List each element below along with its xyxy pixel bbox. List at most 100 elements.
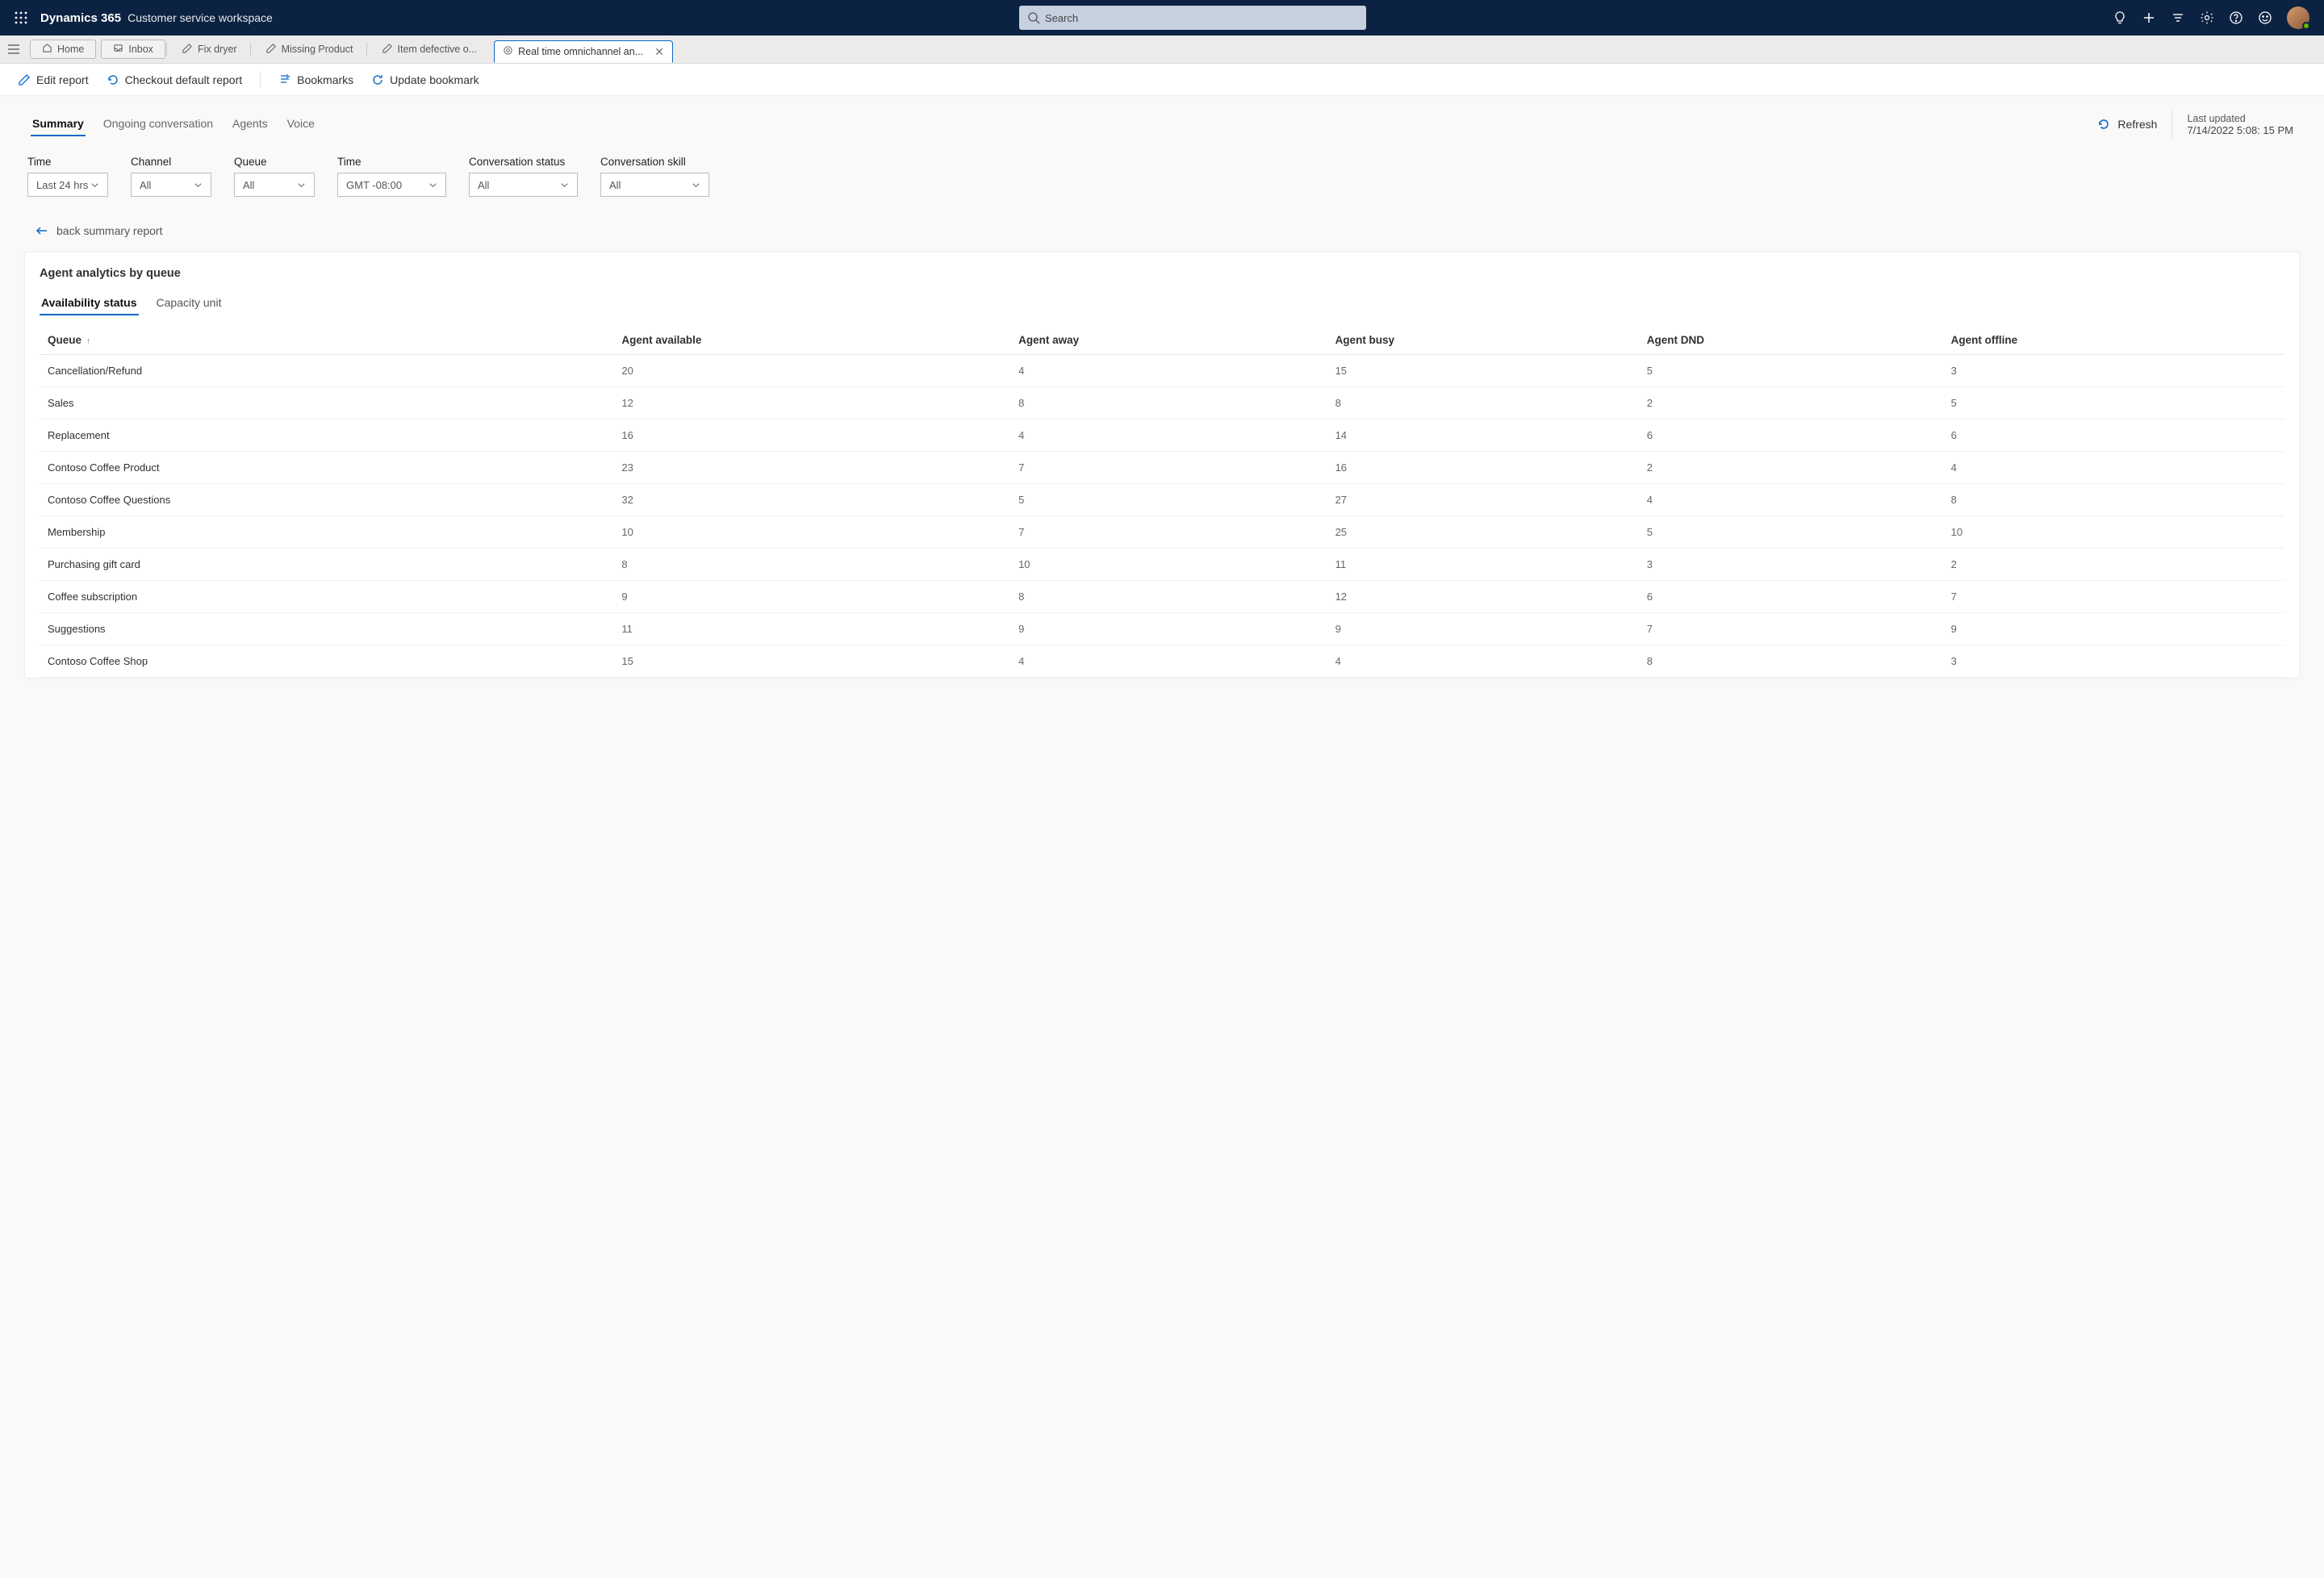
filter-dropdown[interactable]: Last 24 hrs <box>27 173 108 197</box>
analytics-card: Agent analytics by queue Availability st… <box>24 252 2300 678</box>
main-tab-agents[interactable]: Agents <box>231 112 270 136</box>
back-link[interactable]: back summary report <box>36 224 2300 237</box>
tab-home[interactable]: Home <box>30 40 96 59</box>
filter-bar: TimeLast 24 hrsChannelAllQueueAllTimeGMT… <box>24 156 2300 197</box>
column-header[interactable]: Agent away <box>1010 326 1327 355</box>
filter-value: All <box>243 179 254 191</box>
filter-label: Conversation skill <box>600 156 709 168</box>
tab-label: Inbox <box>128 44 153 55</box>
app-title: Dynamics 365 <box>40 11 121 25</box>
lightbulb-icon[interactable] <box>2113 10 2127 25</box>
main-tab-ongoing-conversation[interactable]: Ongoing conversation <box>102 112 215 136</box>
update-bookmark-label: Update bookmark <box>390 73 479 86</box>
queue-name: Contoso Coffee Questions <box>40 484 613 516</box>
main-tabs: Summary Ongoing conversation Agents Voice <box>31 112 316 136</box>
table-row[interactable]: Sales128825 <box>40 387 2284 420</box>
cell-value: 7 <box>1010 452 1327 484</box>
update-bookmark-button[interactable]: Update bookmark <box>371 73 479 86</box>
table-row[interactable]: Contoso Coffee Product2371624 <box>40 452 2284 484</box>
filter-dropdown[interactable]: GMT -08:00 <box>337 173 446 197</box>
table-row[interactable]: Cancellation/Refund2041553 <box>40 355 2284 387</box>
column-header[interactable]: Agent available <box>613 326 1010 355</box>
close-icon[interactable]: ✕ <box>654 45 664 59</box>
filter-label: Conversation status <box>469 156 578 168</box>
cell-value: 11 <box>613 613 1010 645</box>
cell-value: 16 <box>613 420 1010 452</box>
cell-value: 2 <box>1943 549 2284 581</box>
main-tab-summary[interactable]: Summary <box>31 112 86 136</box>
cell-value: 4 <box>1010 420 1327 452</box>
filter-value: Last 24 hrs <box>36 179 88 191</box>
back-link-label: back summary report <box>56 224 162 237</box>
tab-inbox[interactable]: Inbox <box>101 40 165 59</box>
home-icon <box>42 43 52 56</box>
table-row[interactable]: Membership10725510 <box>40 516 2284 549</box>
table-row[interactable]: Replacement1641466 <box>40 420 2284 452</box>
filter-value: All <box>609 179 621 191</box>
sub-tabs: Availability status Capacity unit <box>40 291 2284 316</box>
tab-label: Real time omnichannel an... <box>518 46 643 57</box>
tab-strip: Home Inbox Fix dryer Missing Product Item de… <box>0 35 2324 64</box>
column-header[interactable]: Agent DND <box>1639 326 1943 355</box>
edit-icon <box>182 43 193 56</box>
tab-fix-dryer[interactable]: Fix dryer <box>170 40 249 59</box>
cell-value: 12 <box>1327 581 1639 613</box>
app-subtitle: Customer service workspace <box>127 11 273 24</box>
tab-label: Home <box>57 44 84 55</box>
table-row[interactable]: Suggestions119979 <box>40 613 2284 645</box>
filter-conversation-skill: Conversation skill All <box>600 156 709 197</box>
report-toolbar: Edit report Checkout default report Book… <box>0 64 2324 96</box>
main-tab-voice[interactable]: Voice <box>286 112 316 136</box>
cell-value: 12 <box>613 387 1010 420</box>
bookmarks-button[interactable]: Bookmarks <box>278 73 353 86</box>
column-header[interactable]: Agent offline <box>1943 326 2284 355</box>
sub-tab-capacity-unit[interactable]: Capacity unit <box>155 291 224 315</box>
table-row[interactable]: Contoso Coffee Questions3252748 <box>40 484 2284 516</box>
table-row[interactable]: Purchasing gift card8101132 <box>40 549 2284 581</box>
cell-value: 14 <box>1327 420 1639 452</box>
avatar[interactable] <box>2287 6 2309 29</box>
emoji-icon[interactable] <box>2258 10 2272 25</box>
filter-dropdown[interactable]: All <box>469 173 578 197</box>
cell-value: 5 <box>1010 484 1327 516</box>
tab-missing-product[interactable]: Missing Product <box>254 40 366 59</box>
column-header[interactable]: Queue↑ <box>40 326 613 355</box>
cell-value: 8 <box>1010 581 1327 613</box>
column-header[interactable]: Agent busy <box>1327 326 1639 355</box>
cell-value: 10 <box>613 516 1010 549</box>
filter-label: Time <box>337 156 446 168</box>
sub-tab-availability-status[interactable]: Availability status <box>40 291 139 315</box>
tab-real-time-omnichannel-an-[interactable]: Real time omnichannel an... ✕ <box>494 40 673 63</box>
filter-time: Time Last 24 hrs <box>27 156 108 197</box>
checkout-report-button[interactable]: Checkout default report <box>107 73 243 86</box>
table-row[interactable]: Contoso Coffee Shop154483 <box>40 645 2284 678</box>
filter-dropdown[interactable]: All <box>234 173 315 197</box>
gear-icon[interactable] <box>2200 10 2214 25</box>
queue-name: Contoso Coffee Shop <box>40 645 613 678</box>
search-input[interactable]: Search <box>1019 6 1366 30</box>
cell-value: 4 <box>1943 452 2284 484</box>
hamburger-icon[interactable] <box>0 35 27 63</box>
cell-value: 7 <box>1010 516 1327 549</box>
plus-icon[interactable] <box>2142 10 2156 25</box>
cell-value: 9 <box>1010 613 1327 645</box>
card-title: Agent analytics by queue <box>40 267 2284 280</box>
cell-value: 9 <box>613 581 1010 613</box>
filter-value: All <box>140 179 151 191</box>
table-row[interactable]: Coffee subscription981267 <box>40 581 2284 613</box>
cell-value: 8 <box>1943 484 2284 516</box>
help-icon[interactable] <box>2229 10 2243 25</box>
refresh-button[interactable]: Refresh <box>2096 117 2157 132</box>
filter-dropdown[interactable]: All <box>131 173 211 197</box>
filter-icon[interactable] <box>2171 10 2185 25</box>
filter-label: Time <box>27 156 108 168</box>
cell-value: 10 <box>1010 549 1327 581</box>
tab-item-defective-o-[interactable]: Item defective o... <box>370 40 490 59</box>
filter-dropdown[interactable]: All <box>600 173 709 197</box>
filter-queue: QueueAll <box>234 156 315 197</box>
app-launcher-icon[interactable] <box>8 5 34 31</box>
edit-report-button[interactable]: Edit report <box>18 73 89 86</box>
cell-value: 8 <box>1010 387 1327 420</box>
edit-icon <box>266 43 277 56</box>
tab-label: Missing Product <box>282 44 353 55</box>
